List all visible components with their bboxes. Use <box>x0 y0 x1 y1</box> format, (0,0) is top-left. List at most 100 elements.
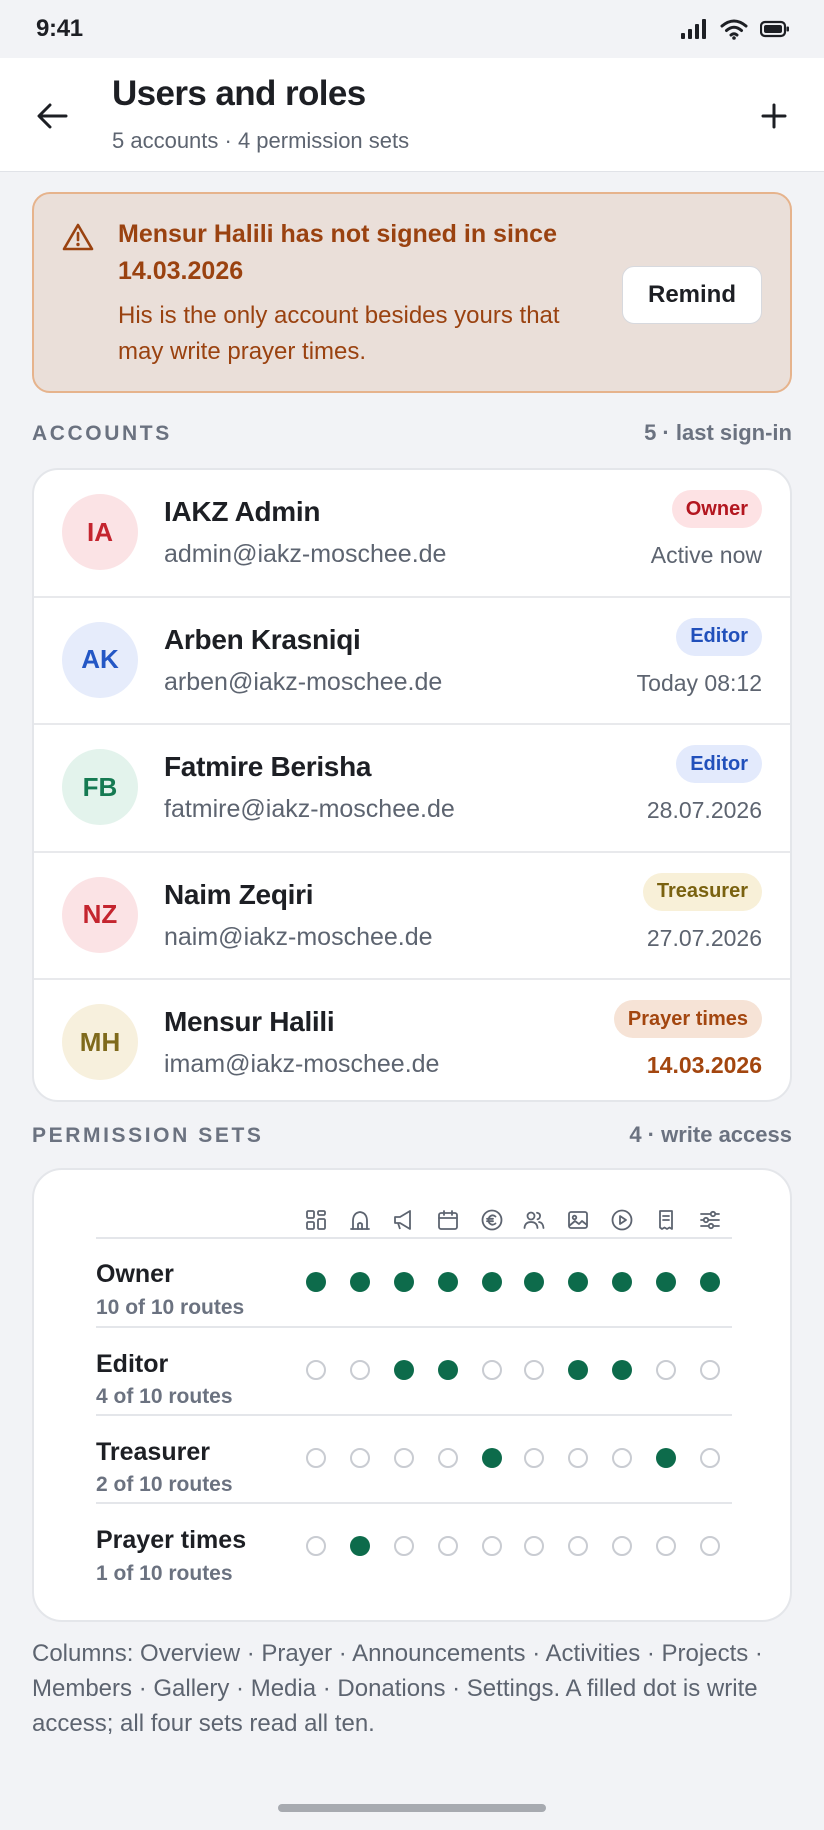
page-header: Users and roles 5 accounts · 4 permissio… <box>0 58 824 172</box>
permissions-footnote: Columns: Overview · Prayer · Announcemen… <box>32 1640 763 1737</box>
add-user-button[interactable] <box>752 94 796 138</box>
no-write-access-dot <box>568 1448 588 1468</box>
permissions-section-header: PERMISSION SETS 4 · write access <box>32 1122 792 1148</box>
permission-column-icons <box>302 1206 752 1240</box>
account-row[interactable]: IA IAKZ Admin admin@iakz-moschee.de Owne… <box>34 470 790 598</box>
no-write-access-dot <box>612 1536 632 1556</box>
home-indicator <box>278 1804 546 1812</box>
alert-body: His is the only account besides yours th… <box>118 302 560 365</box>
avatar: FB <box>62 749 138 825</box>
write-access-dot <box>350 1536 370 1556</box>
divider <box>96 1326 732 1328</box>
last-sign-in: Active now <box>650 542 762 568</box>
permission-set-name: Treasurer <box>96 1438 210 1466</box>
status-time: 9:41 <box>36 15 83 42</box>
write-access-dot <box>306 1272 326 1292</box>
avatar: AK <box>62 621 138 698</box>
permissions-meta: 4 · write access <box>629 1122 792 1147</box>
account-row[interactable]: NZ Naim Zeqiri naim@iakz-moschee.de Trea… <box>34 853 790 980</box>
permission-set-count: 10 of 10 routes <box>96 1296 245 1319</box>
permission-set-count: 4 of 10 routes <box>96 1385 233 1408</box>
no-write-access-dot <box>394 1536 414 1556</box>
status-icons <box>680 18 790 40</box>
sliders-icon <box>696 1206 724 1234</box>
divider <box>96 1237 732 1239</box>
signal-icon <box>681 19 706 39</box>
write-access-dot <box>350 1272 370 1292</box>
accounts-meta: 5 · last sign-in <box>644 420 792 445</box>
no-write-access-dot <box>612 1448 632 1468</box>
alert-title: Mensur Halili has not signed in since 14… <box>118 220 557 285</box>
account-email: naim@iakz-moschee.de <box>164 922 433 951</box>
account-email: admin@iakz-moschee.de <box>164 540 447 568</box>
euro-icon <box>478 1206 506 1234</box>
permission-set-count: 2 of 10 routes <box>96 1473 233 1496</box>
write-access-dot <box>612 1360 632 1380</box>
no-write-access-dot <box>700 1448 720 1468</box>
plus-icon <box>761 103 787 129</box>
avatar: MH <box>62 1004 138 1080</box>
account-name: Mensur Halili <box>164 1006 335 1037</box>
play-icon <box>608 1206 636 1234</box>
image-icon <box>564 1206 592 1234</box>
no-write-access-dot <box>524 1360 544 1380</box>
write-access-dot <box>568 1360 588 1380</box>
accounts-list: IA IAKZ Admin admin@iakz-moschee.de Owne… <box>32 468 792 1102</box>
inactive-user-alert: Mensur Halili has not signed in since 14… <box>32 192 792 393</box>
page-subtitle: 5 accounts · 4 permission sets <box>112 128 410 153</box>
no-write-access-dot <box>394 1448 414 1468</box>
account-row[interactable]: MH Mensur Halili imam@iakz-moschee.de Pr… <box>34 980 790 1100</box>
avatar: IA <box>62 494 138 570</box>
calendar-icon <box>434 1206 462 1234</box>
account-email: arben@iakz-moschee.de <box>164 667 443 696</box>
accounts-label: ACCOUNTS <box>32 422 172 445</box>
back-button[interactable] <box>30 94 74 138</box>
permissions-label: PERMISSION SETS <box>32 1124 264 1147</box>
no-write-access-dot <box>306 1448 326 1468</box>
last-sign-in: 28.07.2026 <box>646 797 762 823</box>
wifi-icon <box>720 19 748 40</box>
page-title: Users and roles <box>112 74 366 113</box>
write-access-dot <box>524 1272 544 1292</box>
no-write-access-dot <box>524 1448 544 1468</box>
status-bar: 9:41 <box>0 0 824 58</box>
no-write-access-dot <box>568 1536 588 1556</box>
no-write-access-dot <box>700 1536 720 1556</box>
write-access-dot <box>568 1272 588 1292</box>
last-sign-in: Today 08:12 <box>636 669 762 696</box>
receipt-icon <box>652 1206 680 1234</box>
role-badge: Prayer times <box>613 1000 762 1038</box>
accounts-section-header: ACCOUNTS 5 · last sign-in <box>32 420 792 446</box>
write-access-dot <box>438 1360 458 1380</box>
warning-triangle-icon <box>62 222 94 257</box>
divider <box>96 1414 732 1416</box>
write-access-dot <box>656 1272 676 1292</box>
permission-set-count: 1 of 10 routes <box>96 1562 233 1585</box>
account-name: Naim Zeqiri <box>164 878 314 910</box>
role-badge: Treasurer <box>642 872 762 911</box>
avatar: NZ <box>62 876 138 953</box>
role-badge: Editor <box>676 617 762 656</box>
write-access-dot <box>482 1448 502 1468</box>
remind-button[interactable]: Remind <box>622 266 762 324</box>
no-write-access-dot <box>482 1536 502 1556</box>
megaphone-icon <box>390 1206 418 1234</box>
battery-icon <box>760 20 789 38</box>
no-write-access-dot <box>700 1360 720 1380</box>
write-access-dot <box>700 1272 720 1292</box>
permission-set-name: Owner <box>96 1260 174 1288</box>
account-row[interactable]: FB Fatmire Berisha fatmire@iakz-moschee.… <box>34 725 790 853</box>
write-access-dot <box>438 1272 458 1292</box>
role-badge: Owner <box>671 490 762 528</box>
no-write-access-dot <box>306 1536 326 1556</box>
no-write-access-dot <box>524 1536 544 1556</box>
account-row[interactable]: AK Arben Krasniqi arben@iakz-moschee.de … <box>34 598 790 725</box>
no-write-access-dot <box>306 1360 326 1380</box>
write-access-dot <box>612 1272 632 1292</box>
no-write-access-dot <box>350 1360 370 1380</box>
write-access-dot <box>656 1448 676 1468</box>
write-access-dot <box>394 1360 414 1380</box>
no-write-access-dot <box>438 1448 458 1468</box>
last-sign-in: 14.03.2026 <box>646 1052 762 1078</box>
account-name: Fatmire Berisha <box>164 751 372 782</box>
